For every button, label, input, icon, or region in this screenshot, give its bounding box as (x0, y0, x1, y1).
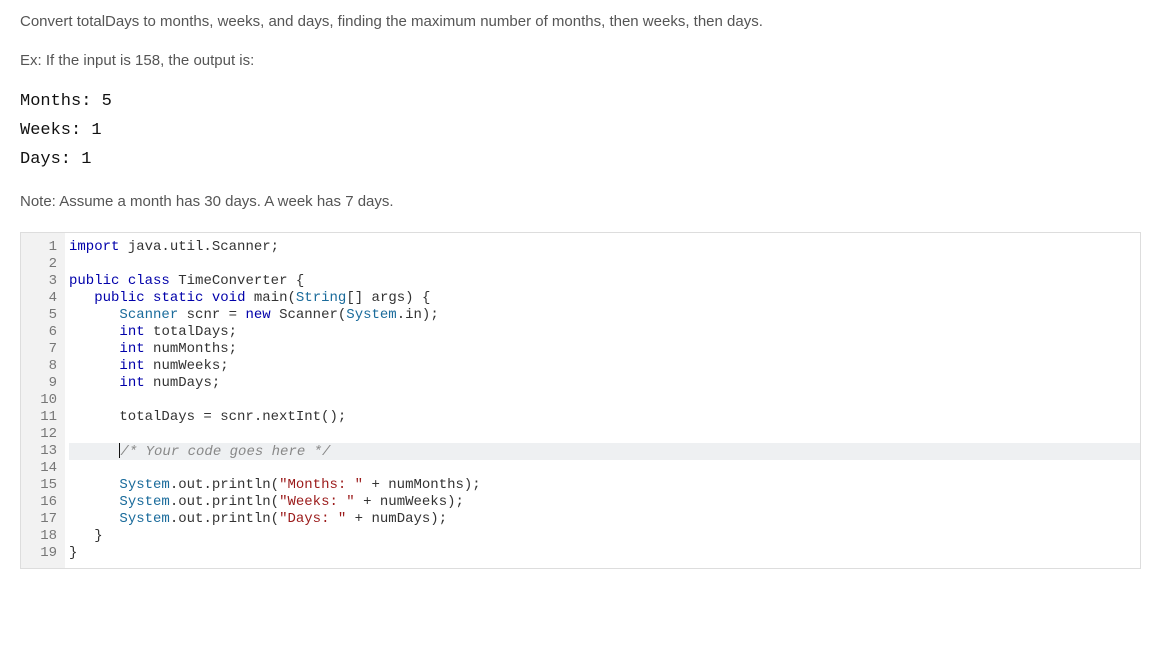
line-number: 6 (25, 324, 57, 341)
code-line[interactable]: int numMonths; (69, 341, 1140, 358)
code-line[interactable]: System.out.println("Days: " + numDays); (69, 511, 1140, 528)
line-number: 10 (25, 392, 57, 409)
line-number: 5 (25, 307, 57, 324)
line-number: 12 (25, 426, 57, 443)
code-line[interactable]: public class TimeConverter { (69, 273, 1140, 290)
code-line[interactable] (69, 460, 1140, 477)
example-intro: Ex: If the input is 158, the output is: (20, 50, 1141, 73)
line-number: 8 (25, 358, 57, 375)
code-line[interactable]: public static void main(String[] args) { (69, 290, 1140, 307)
code-editor[interactable]: 12345678910111213141516171819 import jav… (20, 232, 1141, 569)
line-number: 15 (25, 477, 57, 494)
instruction-text: Convert totalDays to months, weeks, and … (20, 11, 1141, 34)
line-number-gutter: 12345678910111213141516171819 (21, 233, 65, 568)
line-number: 19 (25, 545, 57, 562)
line-number: 2 (25, 256, 57, 273)
line-number: 9 (25, 375, 57, 392)
line-number: 13 (25, 443, 57, 460)
line-number: 4 (25, 290, 57, 307)
code-line-active[interactable]: /* Your code goes here */ (69, 443, 1140, 460)
code-line[interactable]: int numDays; (69, 375, 1140, 392)
code-line[interactable] (69, 392, 1140, 409)
code-line[interactable] (69, 426, 1140, 443)
code-line[interactable]: System.out.println("Months: " + numMonth… (69, 477, 1140, 494)
code-line[interactable]: } (69, 528, 1140, 545)
line-number: 1 (25, 239, 57, 256)
note-text: Note: Assume a month has 30 days. A week… (20, 193, 1141, 210)
code-line[interactable]: int totalDays; (69, 324, 1140, 341)
line-number: 14 (25, 460, 57, 477)
code-line[interactable]: int numWeeks; (69, 358, 1140, 375)
code-line[interactable]: import java.util.Scanner; (69, 239, 1140, 256)
code-line[interactable]: totalDays = scnr.nextInt(); (69, 409, 1140, 426)
code-line[interactable] (69, 256, 1140, 273)
line-number: 3 (25, 273, 57, 290)
code-line[interactable]: Scanner scnr = new Scanner(System.in); (69, 307, 1140, 324)
example-output: Months: 5 Weeks: 1 Days: 1 (20, 88, 1141, 175)
line-number: 16 (25, 494, 57, 511)
code-area[interactable]: import java.util.Scanner; public class T… (65, 233, 1140, 568)
line-number: 18 (25, 528, 57, 545)
code-line[interactable]: System.out.println("Weeks: " + numWeeks)… (69, 494, 1140, 511)
line-number: 11 (25, 409, 57, 426)
exercise-container: Convert totalDays to months, weeks, and … (0, 0, 1161, 589)
line-number: 17 (25, 511, 57, 528)
line-number: 7 (25, 341, 57, 358)
code-line[interactable]: } (69, 545, 1140, 562)
